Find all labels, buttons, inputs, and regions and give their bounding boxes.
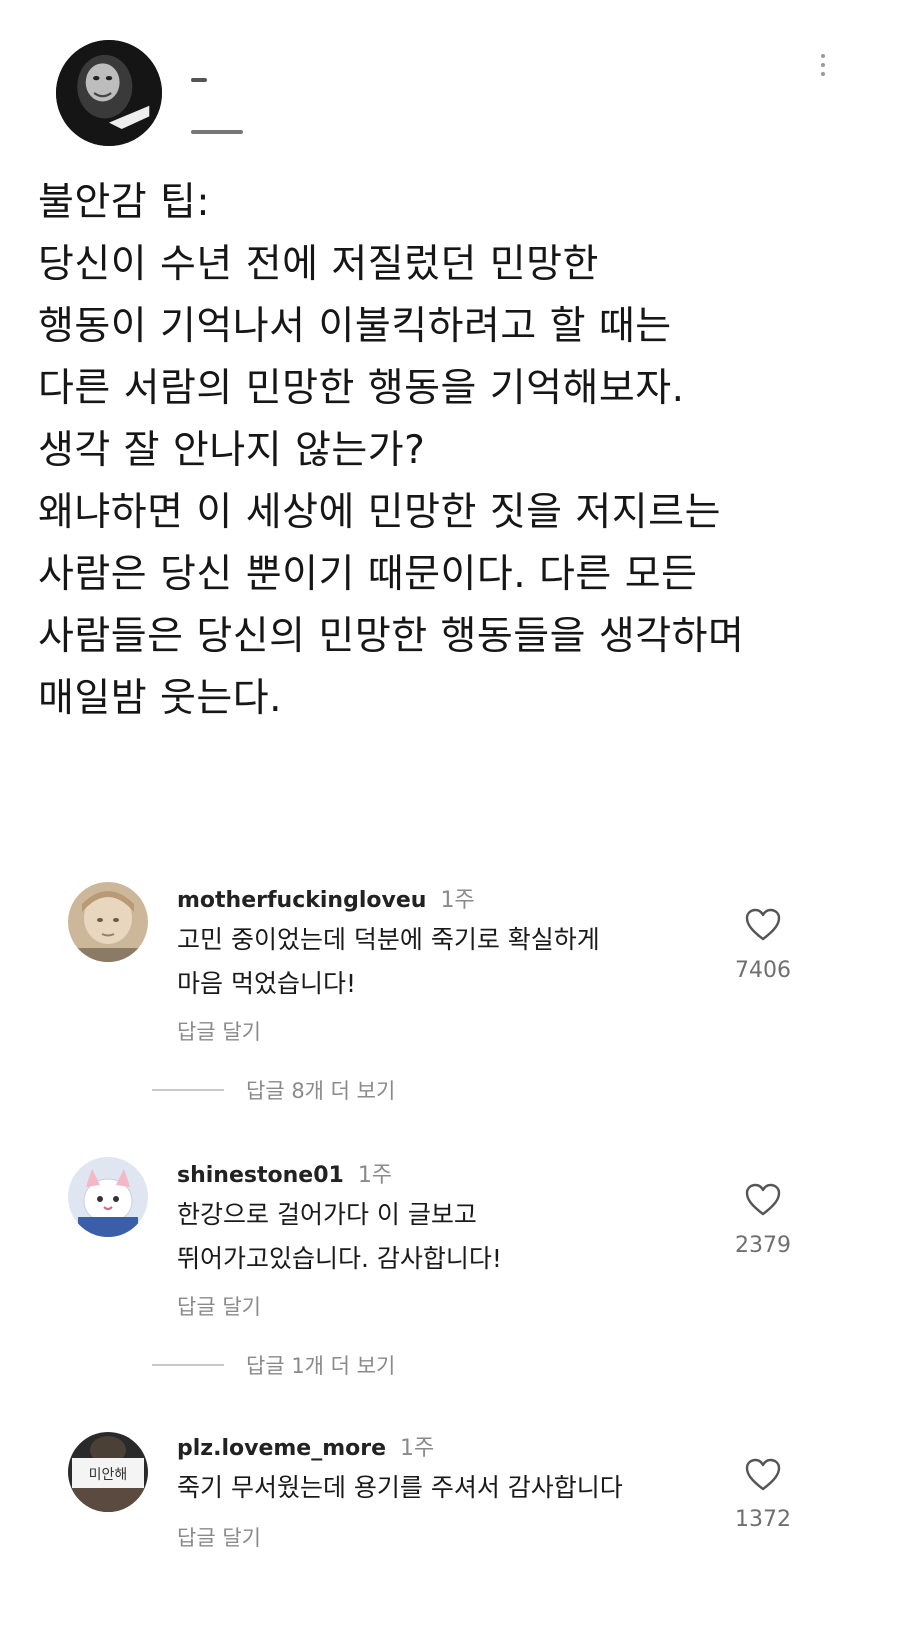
more-vertical-icon[interactable] <box>816 50 830 80</box>
view-more-replies-label[interactable]: 답글 1개 더 보기 <box>246 1350 395 1380</box>
comment-time: 1주 <box>400 1436 435 1461</box>
view-more-replies[interactable]: 답글 8개 더 보기 <box>152 1075 395 1105</box>
reply-button[interactable]: 답글 달기 <box>177 1291 261 1321</box>
post-author-subtitle-redacted <box>191 130 243 134</box>
heart-outline-icon[interactable] <box>745 908 781 942</box>
replies-divider-line <box>152 1089 224 1091</box>
comment-username[interactable]: motherfuckingloveu 1주 <box>177 882 475 914</box>
comment-username[interactable]: plz.loveme_more 1주 <box>177 1430 434 1462</box>
like-count: 1372 <box>735 1507 791 1532</box>
reply-button[interactable]: 답글 달기 <box>177 1522 261 1552</box>
comment: motherfuckingloveu 1주 고민 중이었는데 덕분에 죽기로 확실… <box>0 880 900 1070</box>
reply-button[interactable]: 답글 달기 <box>177 1016 261 1046</box>
comment: shinestone01 1주 한강으로 걸어가다 이 글보고 뛰어가고있습니다.… <box>0 1155 900 1345</box>
commenter-avatar[interactable] <box>68 882 148 962</box>
heart-outline-icon[interactable] <box>745 1183 781 1217</box>
comment-text: 죽기 무서웠는데 용기를 주셔서 감사합니다 <box>177 1473 623 1502</box>
post-card: 불안감 팁: 당신이 수년 전에 저질렀던 민망한 행동이 기억나서 이불킥하려… <box>36 34 864 732</box>
post-author-name-redacted <box>191 78 207 82</box>
comment-time: 1주 <box>440 888 475 913</box>
comment-time: 1주 <box>357 1163 393 1188</box>
view-more-replies-label[interactable]: 답글 8개 더 보기 <box>246 1075 395 1105</box>
replies-divider-line <box>152 1364 224 1366</box>
comment-text: 고민 중이었는데 덕분에 죽기로 확실하게 마음 먹었습니다! <box>177 925 600 998</box>
heart-outline-icon[interactable] <box>745 1458 781 1492</box>
commenter-avatar[interactable]: 미안해 <box>68 1432 148 1512</box>
commenter-avatar[interactable] <box>68 1157 148 1237</box>
comment-username[interactable]: shinestone01 1주 <box>177 1157 392 1189</box>
post-text: 불안감 팁: 당신이 수년 전에 저질렀던 민망한 행동이 기억나서 이불킥하려… <box>38 180 745 721</box>
like-count: 7406 <box>735 958 791 983</box>
view-more-replies[interactable]: 답글 1개 더 보기 <box>152 1350 395 1380</box>
like-count: 2379 <box>735 1233 791 1258</box>
avatar-sign-text: 미안해 <box>89 1467 128 1483</box>
comment: 미안해 plz.loveme_more 1주 죽기 무서웠는데 용기를 주셔서 감… <box>0 1430 900 1620</box>
comment-text: 한강으로 걸어가다 이 글보고 뛰어가고있습니다. 감사합니다! <box>177 1200 502 1273</box>
post-author-avatar[interactable] <box>56 40 162 146</box>
